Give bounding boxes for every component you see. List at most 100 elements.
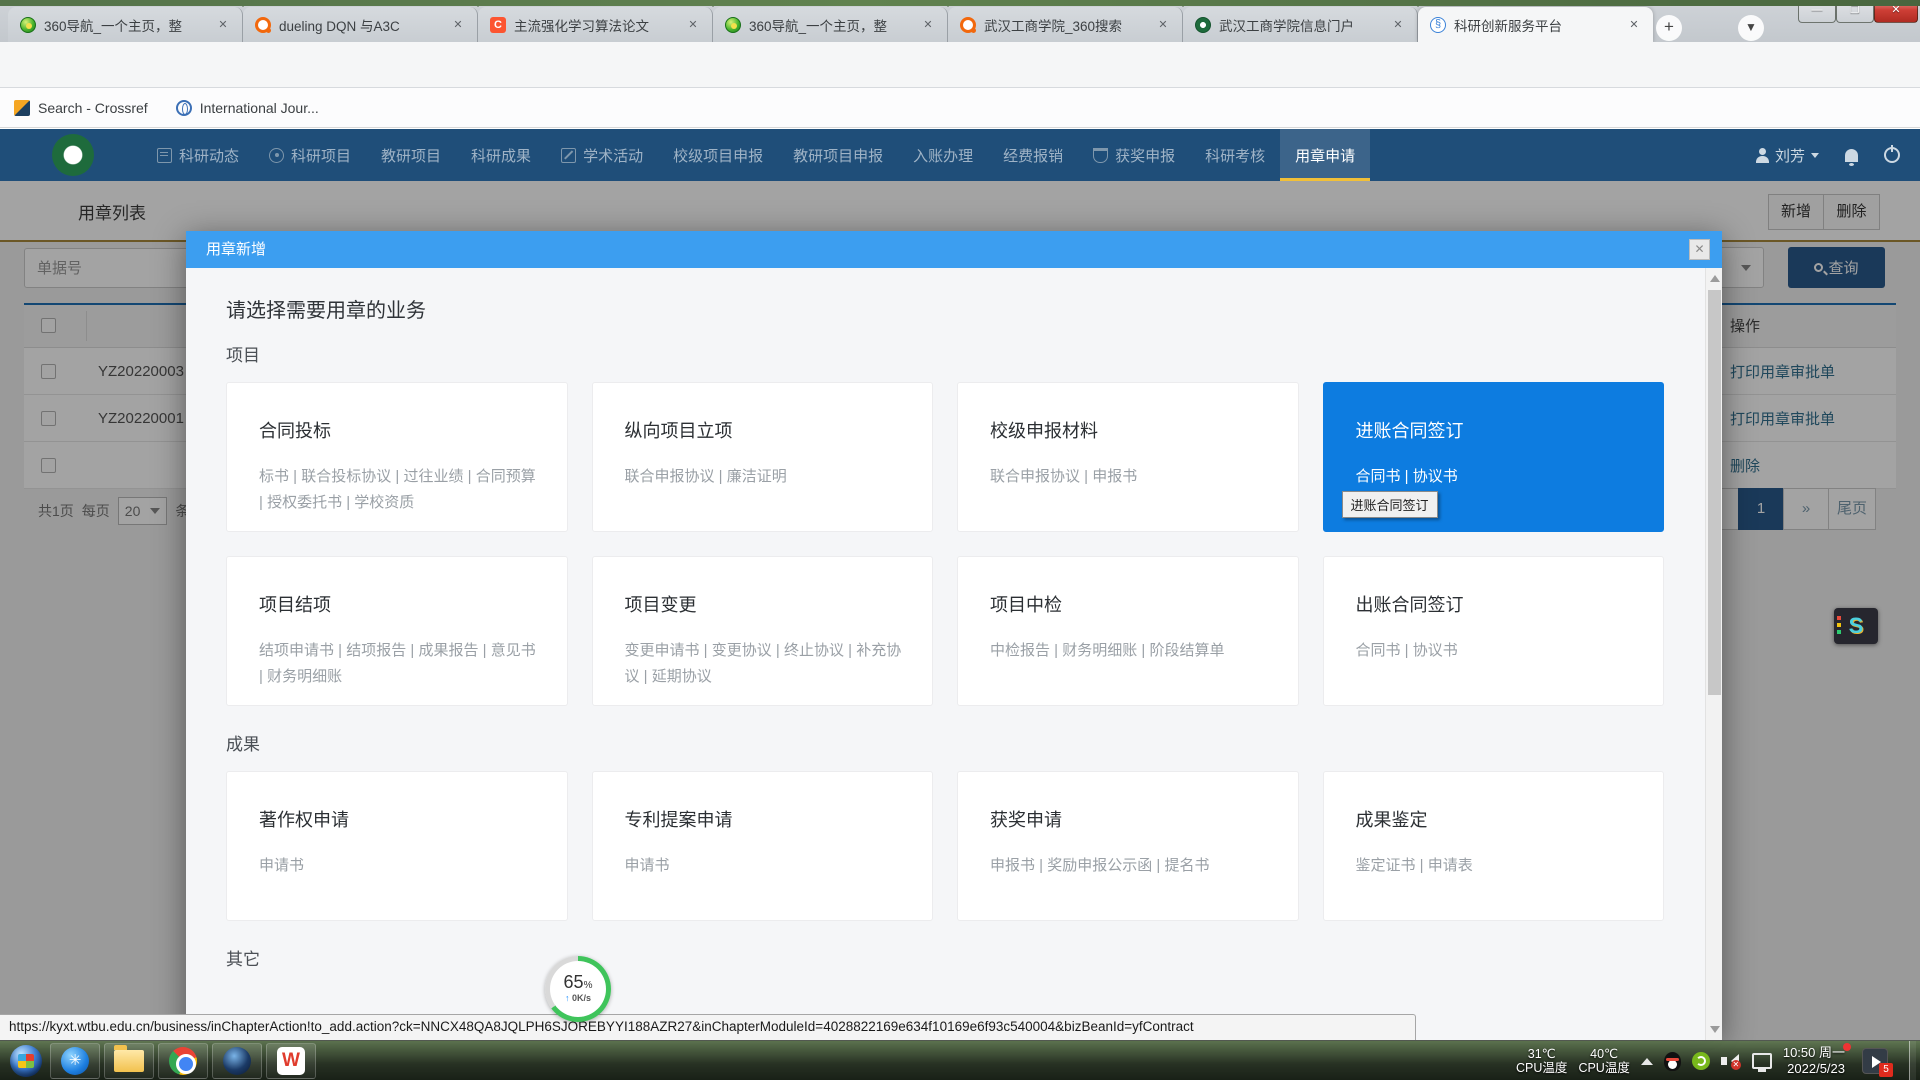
nav-item-12[interactable]: 用章申请	[1280, 129, 1370, 181]
nav-item-2[interactable]: 科研项目	[254, 129, 366, 181]
business-card[interactable]: 校级申报材料联合申报协议 | 申报书	[957, 382, 1299, 532]
hidden-icons-chevron[interactable]	[1641, 1058, 1653, 1065]
browser-tab-1[interactable]: 360导航_一个主页，整✕	[8, 7, 243, 42]
business-card[interactable]: 获奖申请申报书 | 奖励申报公示函 | 提名书	[957, 771, 1299, 921]
logout-power-icon[interactable]	[1884, 147, 1900, 163]
browser-tab-5[interactable]: 武汉工商学院_360搜索✕	[948, 7, 1183, 42]
tab-close-icon[interactable]: ✕	[1154, 16, 1172, 34]
modal-close-icon[interactable]: ✕	[1689, 239, 1710, 260]
nav-item-8[interactable]: 入账办理	[898, 129, 988, 181]
taskbar-wps[interactable]: W	[266, 1043, 316, 1079]
business-card[interactable]: 项目中检中检报告 | 财务明细账 | 阶段结算单	[957, 556, 1299, 706]
nav-item-11[interactable]: 科研考核	[1190, 129, 1280, 181]
nav-item-4[interactable]: 科研成果	[456, 129, 546, 181]
taskbar-360-safe[interactable]	[50, 1043, 100, 1079]
portal-favicon	[1195, 17, 1211, 33]
start-button[interactable]	[6, 1041, 46, 1080]
nav-item-9[interactable]: 经费报销	[988, 129, 1078, 181]
card-docs: 申请书	[625, 853, 905, 879]
nav-item-5[interactable]: 学术活动	[546, 129, 658, 181]
qq-tray-icon[interactable]	[1664, 1052, 1681, 1071]
folder-icon	[114, 1050, 144, 1072]
user-menu[interactable]: 刘芳	[1755, 145, 1819, 166]
business-card[interactable]: 进账合同签订合同书 | 协议书进账合同签订	[1323, 382, 1665, 532]
card-docs: 申请书	[259, 853, 539, 879]
bookmark-item[interactable]: International Jour...	[176, 100, 319, 116]
card-docs: 结项申请书 | 结项报告 | 成果报告 | 意见书 | 财务明细账	[259, 638, 539, 689]
nav-item-6[interactable]: 校级项目申报	[658, 129, 778, 181]
card-docs: 合同书 | 协议书	[1356, 464, 1636, 490]
taskbar-clock[interactable]: 10:50 周一 2022/5/23	[1783, 1045, 1851, 1077]
show-desktop-button[interactable]	[1909, 1041, 1916, 1080]
notification-badge: 5	[1879, 1063, 1893, 1077]
bookmark-item[interactable]: Search - Crossref	[14, 100, 148, 116]
business-card[interactable]: 纵向项目立项联合申报协议 | 廉洁证明	[592, 382, 934, 532]
section-label: 项目	[226, 341, 1664, 366]
scrollbar-thumb[interactable]	[1708, 290, 1721, 695]
business-card[interactable]: 项目结项结项申请书 | 结项报告 | 成果报告 | 意见书 | 财务明细账	[226, 556, 568, 706]
business-card[interactable]: 合同投标标书 | 联合投标协议 | 过往业绩 | 合同预算 | 授权委托书 | …	[226, 382, 568, 532]
browser-tab-7[interactable]: 科研创新服务平台✕	[1418, 7, 1653, 42]
tab-title: 360导航_一个主页，整	[749, 15, 911, 35]
kyxt-favicon	[1430, 17, 1446, 33]
tab-list-dropdown-button[interactable]: ▼	[1738, 15, 1764, 41]
taskbar-file-explorer[interactable]	[104, 1043, 154, 1079]
media-tray-icon[interactable]: 5	[1862, 1048, 1888, 1074]
progress-speed: 0K/s	[572, 993, 591, 1003]
chrome-icon	[169, 1047, 197, 1075]
card-title: 著作权申请	[259, 806, 539, 832]
modal-title: 用章新增	[206, 241, 266, 258]
tab-close-icon[interactable]: ✕	[214, 16, 232, 34]
card-docs: 中检报告 | 财务明细账 | 阶段结算单	[990, 638, 1270, 664]
card-grid: 著作权申请申请书专利提案申请申请书获奖申请申报书 | 奖励申报公示函 | 提名书…	[226, 771, 1664, 921]
nav-item-3[interactable]: 教研项目	[366, 129, 456, 181]
modal-scrollbar[interactable]	[1705, 268, 1722, 1040]
site-logo[interactable]	[52, 134, 94, 176]
screen: 360导航_一个主页，整✕dueling DQN 与A3C✕主流强化学习算法论文…	[0, 0, 1920, 1080]
cpu2-temp-label: CPU温度	[1578, 1061, 1629, 1075]
card-title: 合同投标	[259, 417, 539, 443]
notification-dot	[1843, 1043, 1851, 1051]
scroll-up-icon[interactable]	[1710, 275, 1720, 282]
card-docs: 鉴定证书 | 申请表	[1356, 853, 1636, 879]
browser-tab-2[interactable]: dueling DQN 与A3C✕	[243, 7, 478, 42]
so360-favicon	[960, 17, 976, 33]
taskbar-chrome[interactable]	[158, 1043, 208, 1079]
cpu-temp-2: 40℃ CPU温度	[1578, 1047, 1629, 1075]
business-card[interactable]: 项目变更变更申请书 | 变更协议 | 终止协议 | 补充协议 | 延期协议	[592, 556, 934, 706]
taskbar-media-app[interactable]	[212, 1043, 262, 1079]
nav-item-1[interactable]: 科研动态	[142, 129, 254, 181]
modal-header: 用章新增 ✕	[186, 231, 1722, 268]
modal-heading: 请选择需要用章的业务	[226, 294, 1664, 323]
card-title: 项目中检	[990, 591, 1270, 617]
tab-close-icon[interactable]: ✕	[1625, 16, 1643, 34]
scroll-down-icon[interactable]	[1710, 1026, 1720, 1033]
new-tab-button[interactable]: +	[1656, 15, 1682, 41]
crossref-icon	[14, 100, 30, 116]
tab-bar: 360导航_一个主页，整✕dueling DQN 与A3C✕主流强化学习算法论文…	[0, 0, 1920, 42]
tab-close-icon[interactable]: ✕	[1389, 16, 1407, 34]
s-logo-icon: S	[1849, 613, 1864, 638]
card-title: 出账合同签订	[1356, 591, 1636, 617]
screenshot-tool-widget[interactable]: S	[1834, 608, 1878, 644]
card-docs: 联合申报协议 | 廉洁证明	[625, 464, 905, 490]
nav-item-10[interactable]: 获奖申报	[1078, 129, 1190, 181]
taskbar: W 31℃ CPU温度 40℃ CPU温度 ✕ 10:50 周一 2022/5/…	[0, 1040, 1920, 1080]
browser-tab-6[interactable]: 武汉工商学院信息门户✕	[1183, 7, 1418, 42]
download-progress-ball[interactable]: 65% ↑ 0K/s	[545, 956, 611, 1022]
business-card[interactable]: 出账合同签订合同书 | 协议书	[1323, 556, 1665, 706]
card-docs: 标书 | 联合投标协议 | 过往业绩 | 合同预算 | 授权委托书 | 学校资质	[259, 464, 539, 515]
business-card[interactable]: 著作权申请申请书	[226, 771, 568, 921]
notifications-bell-icon[interactable]	[1845, 149, 1858, 162]
tab-close-icon[interactable]: ✕	[449, 16, 467, 34]
tab-close-icon[interactable]: ✕	[684, 16, 702, 34]
browser-tab-4[interactable]: 360导航_一个主页，整 ✕	[713, 7, 948, 42]
business-card[interactable]: 成果鉴定鉴定证书 | 申请表	[1323, 771, 1665, 921]
360-tray-icon[interactable]	[1692, 1052, 1710, 1070]
business-card[interactable]: 专利提案申请申请书	[592, 771, 934, 921]
nav-item-7[interactable]: 教研项目申报	[778, 129, 898, 181]
browser-tab-3[interactable]: 主流强化学习算法论文✕	[478, 7, 713, 42]
network-monitor-icon[interactable]	[1752, 1053, 1772, 1069]
volume-muted-icon[interactable]: ✕	[1721, 1052, 1741, 1070]
tab-close-icon[interactable]: ✕	[919, 16, 937, 34]
